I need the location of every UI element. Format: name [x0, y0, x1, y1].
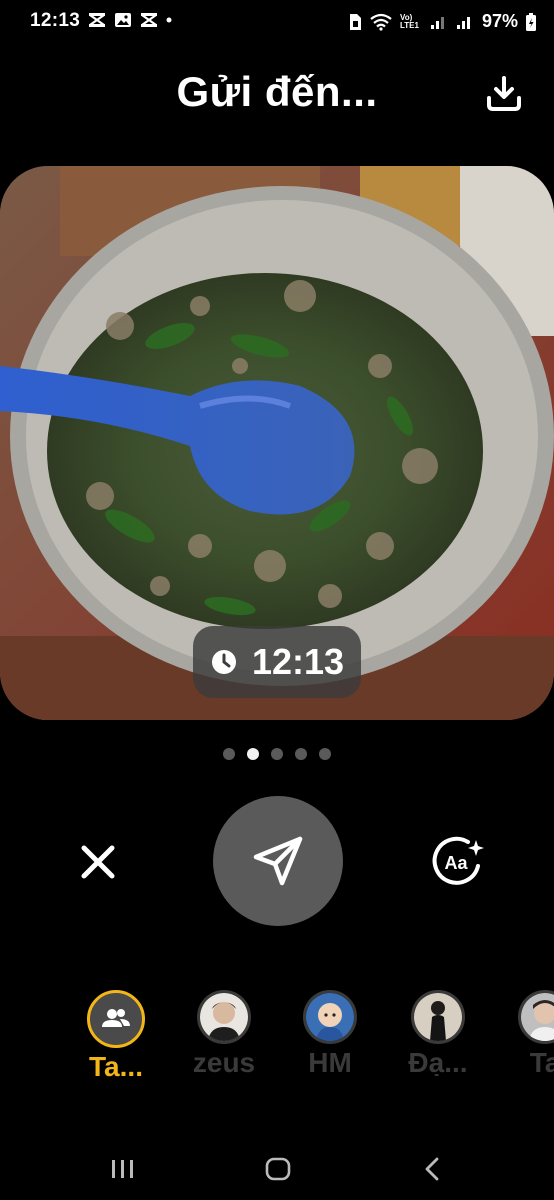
- close-icon[interactable]: [76, 840, 120, 884]
- network-label: Vo) LTE1: [399, 12, 419, 30]
- battery-percent: 97%: [481, 11, 518, 31]
- send-icon: [253, 836, 303, 886]
- text-effect-icon[interactable]: Aa: [428, 836, 488, 888]
- profile-photo: [521, 993, 554, 1041]
- recipient-name: Ta: [529, 1047, 554, 1076]
- recipient-item[interactable]: Đạ...: [383, 990, 493, 1076]
- page-title: Gửi đến...: [176, 68, 378, 115]
- download-icon[interactable]: [484, 74, 524, 114]
- avatar: [303, 990, 357, 1044]
- back-icon[interactable]: [418, 1154, 448, 1184]
- recipient-item[interactable]: zeus: [169, 990, 279, 1076]
- signal-icon: [430, 16, 444, 29]
- clock-icon: [211, 650, 236, 674]
- recipient-item[interactable]: HM: [275, 990, 385, 1076]
- wifi-icon: [370, 13, 392, 31]
- profile-photo: [200, 993, 248, 1041]
- notification-icons: [88, 12, 172, 28]
- profile-photo: [306, 993, 354, 1041]
- sim-icon: [349, 13, 361, 30]
- photo-time: 12:13: [251, 641, 345, 682]
- recipient-name: zeus: [192, 1047, 256, 1076]
- system-navigation-bar: [0, 1140, 554, 1200]
- recipient-name: HM: [308, 1047, 352, 1076]
- profile-photo: [414, 993, 462, 1041]
- page-dot[interactable]: [223, 748, 235, 760]
- battery-icon: [526, 12, 536, 31]
- capcut-icon: [89, 13, 105, 27]
- gallery-icon: [115, 13, 131, 27]
- system-icons: Vo) LTE1 97%: [348, 11, 536, 32]
- recipient-name: Ta...: [89, 1051, 143, 1080]
- svg-text:Aa: Aa: [444, 853, 468, 873]
- page-indicator: [0, 748, 554, 760]
- capcut-icon: [141, 13, 157, 27]
- status-time: 12:13: [30, 10, 81, 31]
- avatar: [411, 990, 465, 1044]
- signal-icon: [456, 16, 470, 29]
- recent-apps-icon[interactable]: [108, 1154, 138, 1184]
- group-icon: [102, 1009, 130, 1027]
- page-dot-active[interactable]: [247, 748, 259, 760]
- page-dot[interactable]: [319, 748, 331, 760]
- more-notifications-dot-icon: [166, 17, 172, 23]
- avatar: [518, 990, 554, 1044]
- recipient-item-all[interactable]: Ta...: [61, 990, 171, 1080]
- recipient-list: Ta... zeus HM Đạ... Ta: [0, 990, 554, 1080]
- page-dot[interactable]: [271, 748, 283, 760]
- home-icon[interactable]: [263, 1154, 293, 1184]
- status-bar: 12:13 Vo) LTE1 97%: [0, 0, 554, 44]
- avatar: [197, 990, 251, 1044]
- page-dot[interactable]: [295, 748, 307, 760]
- recipient-item[interactable]: Ta: [490, 990, 554, 1076]
- send-button[interactable]: [213, 796, 343, 926]
- photo-timestamp-badge: 12:13: [193, 626, 361, 698]
- avatar: [87, 990, 145, 1048]
- recipient-name: Đạ...: [408, 1047, 468, 1076]
